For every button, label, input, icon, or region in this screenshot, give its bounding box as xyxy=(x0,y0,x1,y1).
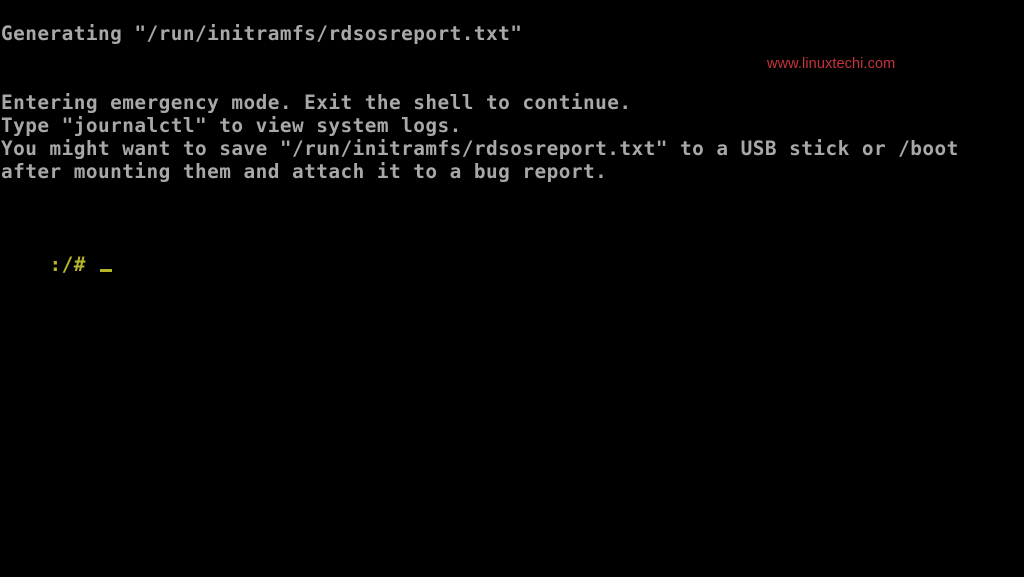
console-line-journalctl-hint: Type "journalctl" to view system logs. xyxy=(1,114,462,137)
console-line-save-report-hint: You might want to save "/run/initramfs/r… xyxy=(1,137,959,160)
console-line-generating-report: Generating "/run/initramfs/rdsosreport.t… xyxy=(1,22,523,45)
emergency-mode-console[interactable]: Generating "/run/initramfs/rdsosreport.t… xyxy=(0,0,1024,577)
text-cursor xyxy=(100,269,112,272)
watermark: www.linuxtechi.com xyxy=(767,56,896,72)
shell-prompt[interactable]: :/# xyxy=(1,230,112,299)
shell-prompt-text: :/# xyxy=(49,253,98,276)
console-line-bug-report-hint: after mounting them and attach it to a b… xyxy=(1,160,608,183)
console-line-emergency-mode: Entering emergency mode. Exit the shell … xyxy=(1,91,632,114)
